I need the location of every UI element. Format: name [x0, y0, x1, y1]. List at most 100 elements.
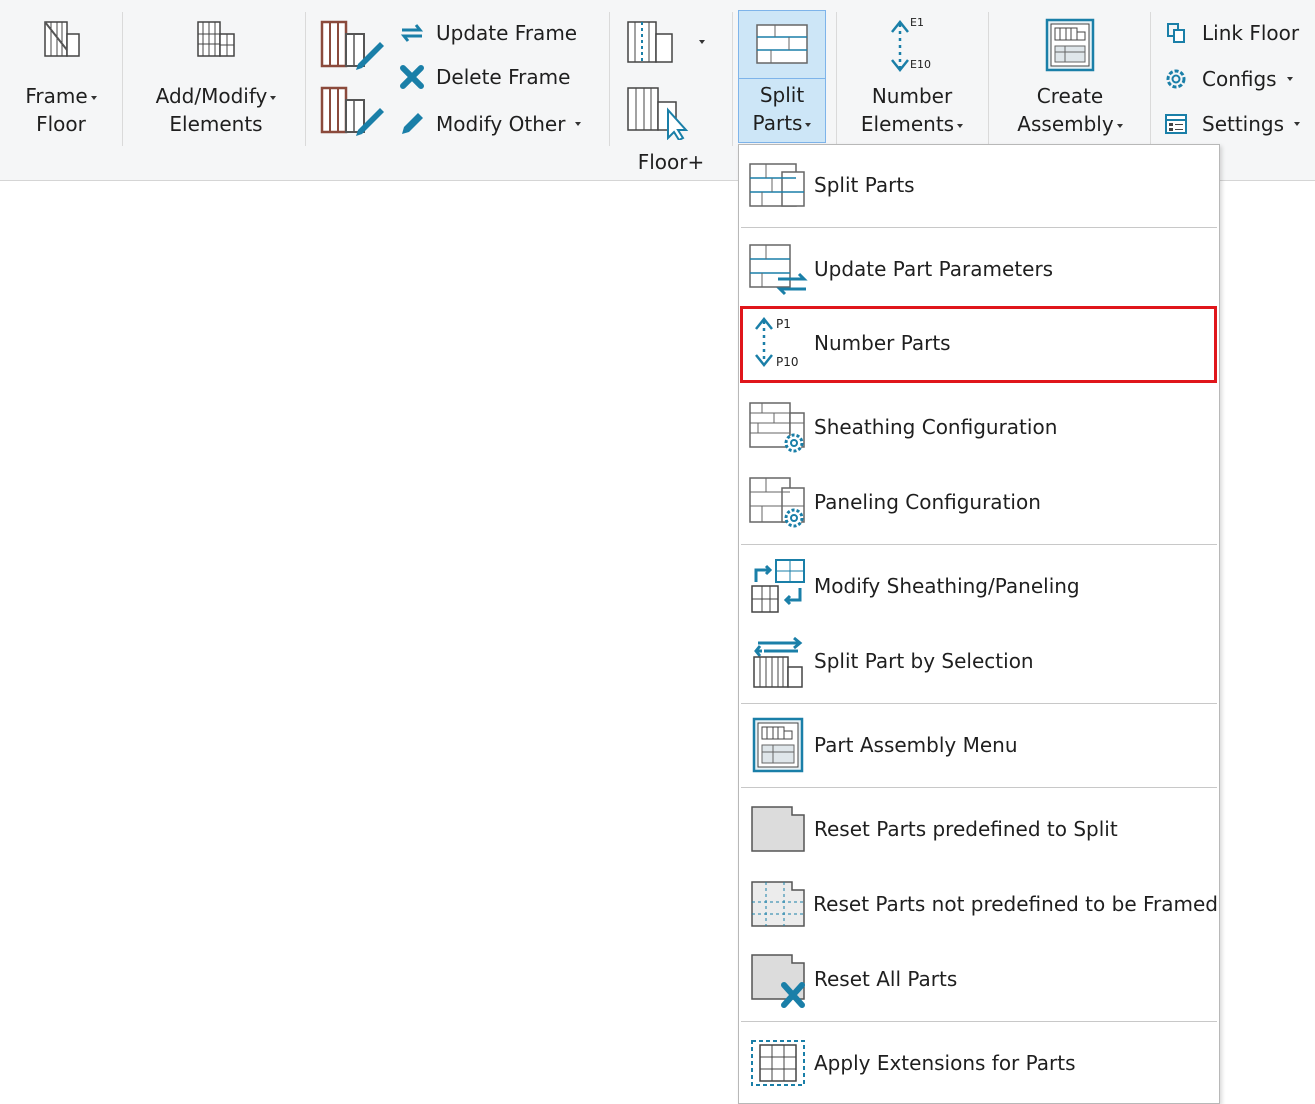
menu-item-label: Reset Parts predefined to Split [814, 817, 1118, 841]
menu-item-label: Sheathing Configuration [814, 415, 1058, 439]
sheathing-configuration-icon [746, 395, 810, 459]
create-assembly-label-1: Create [1036, 84, 1104, 108]
split-parts-label-1: Split [759, 83, 805, 107]
ribbon-divider [305, 12, 306, 146]
split-parts-icon [753, 21, 811, 73]
split-part-by-selection-icon [746, 629, 810, 693]
menu-item-label: Paneling Configuration [814, 490, 1041, 514]
frame-floor-label-1: Frame [25, 84, 88, 108]
menu-item-label: Reset Parts not predefined to be Framed [813, 892, 1218, 916]
menu-item-label: Modify Sheathing/Paneling [814, 574, 1080, 598]
split-parts-label-2: Parts [752, 111, 803, 135]
menu-item-modify-sheathing-paneling[interactable]: Modify Sheathing/Paneling [740, 550, 1218, 622]
gear-icon [1162, 65, 1190, 93]
chevron-down-icon [1294, 122, 1301, 126]
reset-parts-predefined-icon [746, 797, 810, 861]
create-assembly-button[interactable]: Create Assembly [1000, 12, 1140, 146]
modify-other-button[interactable]: Modify Other [398, 104, 582, 144]
add-modify-elements-button[interactable]: Add/Modify Elements [142, 12, 290, 146]
link-floor-label: Link Floor [1202, 21, 1300, 45]
configs-label: Configs [1202, 67, 1277, 91]
floor-plus-layout-button[interactable] [624, 18, 708, 68]
highlight-box [740, 306, 1217, 383]
chevron-down-icon [575, 122, 582, 126]
menu-item-split-parts[interactable]: Split Parts [740, 149, 1218, 221]
menu-item-apply-extensions[interactable]: Apply Extensions for Parts [740, 1027, 1218, 1099]
ribbon-divider [732, 12, 733, 146]
delete-x-icon [398, 63, 426, 91]
menu-item-part-assembly-menu[interactable]: Part Assembly Menu [740, 709, 1218, 781]
edit-frame-alt-icon [320, 86, 384, 136]
create-assembly-icon [1041, 16, 1099, 78]
menu-separator [741, 544, 1217, 545]
menu-item-reset-all-parts[interactable]: Reset All Parts [740, 943, 1218, 1015]
delete-frame-label: Delete Frame [436, 65, 571, 89]
modify-other-label: Modify Other [436, 112, 566, 136]
split-button-divider [739, 78, 825, 79]
menu-item-label: Update Part Parameters [814, 257, 1054, 281]
floor-layout-icon [627, 21, 673, 63]
chevron-down-icon [90, 95, 97, 100]
add-modify-elements-icon [192, 16, 240, 64]
frame-floor-button[interactable]: Frame Floor [20, 12, 102, 146]
ribbon-divider [1150, 12, 1151, 146]
chevron-down-icon [270, 95, 277, 100]
add-modify-label-2: Elements [169, 112, 263, 136]
link-floor-button[interactable]: Link Floor [1162, 13, 1299, 53]
chevron-down-icon [1116, 123, 1123, 128]
menu-separator [741, 703, 1217, 704]
edit-frame-icon [320, 20, 384, 70]
create-assembly-label-2: Assembly [1017, 112, 1114, 136]
configs-button[interactable]: Configs [1162, 59, 1293, 99]
ribbon-divider [609, 12, 610, 146]
menu-item-label: Split Part by Selection [814, 649, 1034, 673]
modify-sheathing-paneling-icon [746, 554, 810, 618]
menu-item-label: Apply Extensions for Parts [814, 1051, 1076, 1075]
part-assembly-menu-icon [746, 713, 810, 777]
ribbon-divider [122, 12, 123, 146]
badge-top-text: E1 [910, 16, 924, 29]
paneling-configuration-icon [746, 470, 810, 534]
floor-plus-select-button[interactable] [624, 84, 694, 142]
update-part-parameters-icon [746, 237, 810, 301]
update-frame-button[interactable]: Update Frame [398, 13, 577, 53]
ribbon-group-label: Floor+ [637, 150, 705, 174]
number-elements-label-1: Number [871, 84, 953, 108]
settings-button[interactable]: Settings [1162, 104, 1301, 144]
split-parts-menu: Split Parts Update Part Parameters P1 P1… [738, 144, 1220, 1104]
update-arrows-icon [398, 19, 426, 47]
number-elements-button[interactable]: E1 E10 Number Elements [846, 12, 978, 146]
apply-extensions-icon [746, 1031, 810, 1095]
settings-icon [1162, 110, 1190, 138]
number-elements-icon: E1 E10 [882, 16, 942, 76]
add-modify-label-1: Add/Modify [155, 84, 268, 108]
menu-separator [741, 1021, 1217, 1022]
delete-frame-button[interactable]: Delete Frame [398, 57, 570, 97]
menu-item-label: Reset All Parts [814, 967, 958, 991]
menu-item-label: Split Parts [814, 173, 915, 197]
menu-item-paneling-configuration[interactable]: Paneling Configuration [740, 466, 1218, 538]
update-frame-label: Update Frame [436, 21, 578, 45]
menu-item-reset-parts-predefined[interactable]: Reset Parts predefined to Split [740, 793, 1218, 865]
menu-item-sheathing-configuration[interactable]: Sheathing Configuration [740, 391, 1218, 463]
floor-select-icon [627, 87, 689, 142]
chevron-down-icon [699, 40, 705, 44]
split-parts-icon [746, 153, 810, 217]
frame-floor-icon [39, 16, 83, 64]
menu-separator [741, 227, 1217, 228]
ribbon-divider [836, 12, 837, 146]
ribbon-divider [988, 12, 989, 146]
menu-item-update-part-parameters[interactable]: Update Part Parameters [740, 233, 1218, 305]
chevron-down-icon [1286, 77, 1293, 81]
edit-frame-button[interactable] [318, 18, 384, 72]
menu-item-label: Part Assembly Menu [814, 733, 1018, 757]
split-parts-dropdown-button[interactable]: Split Parts [738, 10, 826, 143]
pencil-icon [398, 110, 426, 138]
edit-frame-alt-button[interactable] [318, 84, 384, 138]
menu-item-reset-parts-not-predefined[interactable]: Reset Parts not predefined to be Framed [740, 868, 1218, 940]
menu-separator [741, 787, 1217, 788]
chevron-down-icon [957, 123, 964, 128]
badge-bottom-text: E10 [910, 58, 931, 71]
menu-item-split-part-by-selection[interactable]: Split Part by Selection [740, 625, 1218, 697]
link-floor-icon [1162, 19, 1190, 47]
